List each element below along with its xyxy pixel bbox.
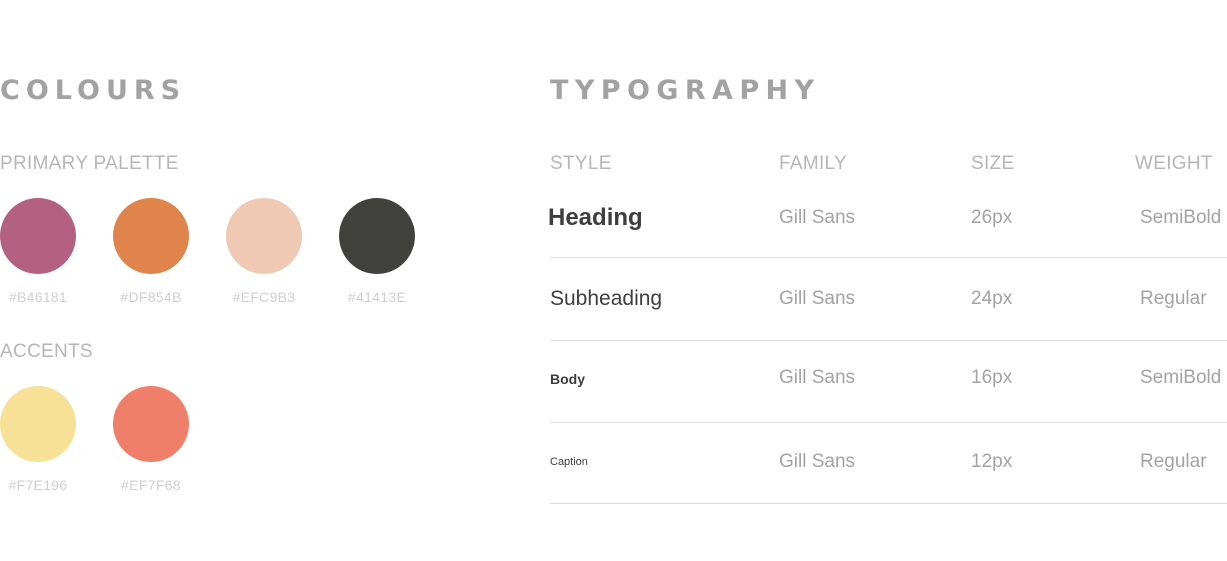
typography-table: STYLE FAMILY SIZE WEIGHT Heading Gill Sa… (548, 150, 1227, 504)
swatch-primary-3: #EFC9B3 (226, 198, 302, 306)
colours-title: COLOURS (0, 75, 187, 106)
accents-palette: #F7E196 #EF7F68 (0, 386, 226, 494)
swatch-primary-1: #B46181 (0, 198, 76, 306)
style-sample-subheading: Subheading (550, 287, 663, 310)
table-row: Caption Gill Sans 12px Regular (550, 423, 1227, 504)
size-cell: 24px (971, 288, 1013, 309)
primary-palette: #B46181 #DF854B #EFC9B3 #41413E (0, 198, 452, 306)
swatch-hex-label: #EF7F68 (121, 477, 181, 493)
size-cell: 26px (971, 207, 1013, 228)
swatch-circle (0, 386, 76, 462)
weight-cell: Regular (1140, 288, 1207, 309)
swatch-circle (0, 198, 76, 274)
swatch-hex-label: #EFC9B3 (232, 289, 296, 305)
swatch-circle (226, 198, 302, 274)
family-cell: Gill Sans (779, 288, 856, 309)
table-row: Subheading Gill Sans 24px Regular (550, 258, 1227, 341)
swatch-hex-label: #B46181 (8, 289, 68, 305)
swatch-hex-label: #F7E196 (8, 477, 68, 493)
family-cell: Gill Sans (779, 207, 856, 228)
header-style: STYLE (550, 153, 612, 174)
size-cell: 16px (971, 367, 1013, 388)
swatch-accent-1: #F7E196 (0, 386, 76, 494)
style-sample-caption: Caption (550, 456, 588, 468)
weight-cell: SemiBold (1140, 367, 1222, 388)
size-cell: 12px (971, 451, 1013, 472)
swatch-circle (113, 386, 189, 462)
swatch-accent-2: #EF7F68 (113, 386, 189, 494)
swatch-circle (339, 198, 415, 274)
accents-label: ACCENTS (0, 341, 93, 362)
typography-title: TYPOGRAPHY (550, 75, 821, 106)
primary-palette-label: PRIMARY PALETTE (0, 153, 179, 174)
table-row: Heading Gill Sans 26px SemiBold (548, 180, 1227, 258)
table-row: Body Gill Sans 16px SemiBold (550, 341, 1227, 423)
weight-cell: SemiBold (1140, 207, 1222, 228)
family-cell: Gill Sans (779, 451, 856, 472)
style-sample-body: Body (550, 371, 585, 387)
header-family: FAMILY (779, 153, 847, 174)
weight-cell: Regular (1140, 451, 1207, 472)
swatch-hex-label: #DF854B (120, 289, 182, 305)
swatch-circle (113, 198, 189, 274)
style-sample-heading: Heading (548, 204, 643, 231)
swatch-hex-label: #41413E (347, 289, 407, 305)
typography-table-header: STYLE FAMILY SIZE WEIGHT (550, 150, 1227, 180)
swatch-primary-4: #41413E (339, 198, 415, 306)
family-cell: Gill Sans (779, 367, 856, 388)
swatch-primary-2: #DF854B (113, 198, 189, 306)
header-size: SIZE (971, 153, 1015, 174)
header-weight: WEIGHT (1135, 153, 1213, 174)
